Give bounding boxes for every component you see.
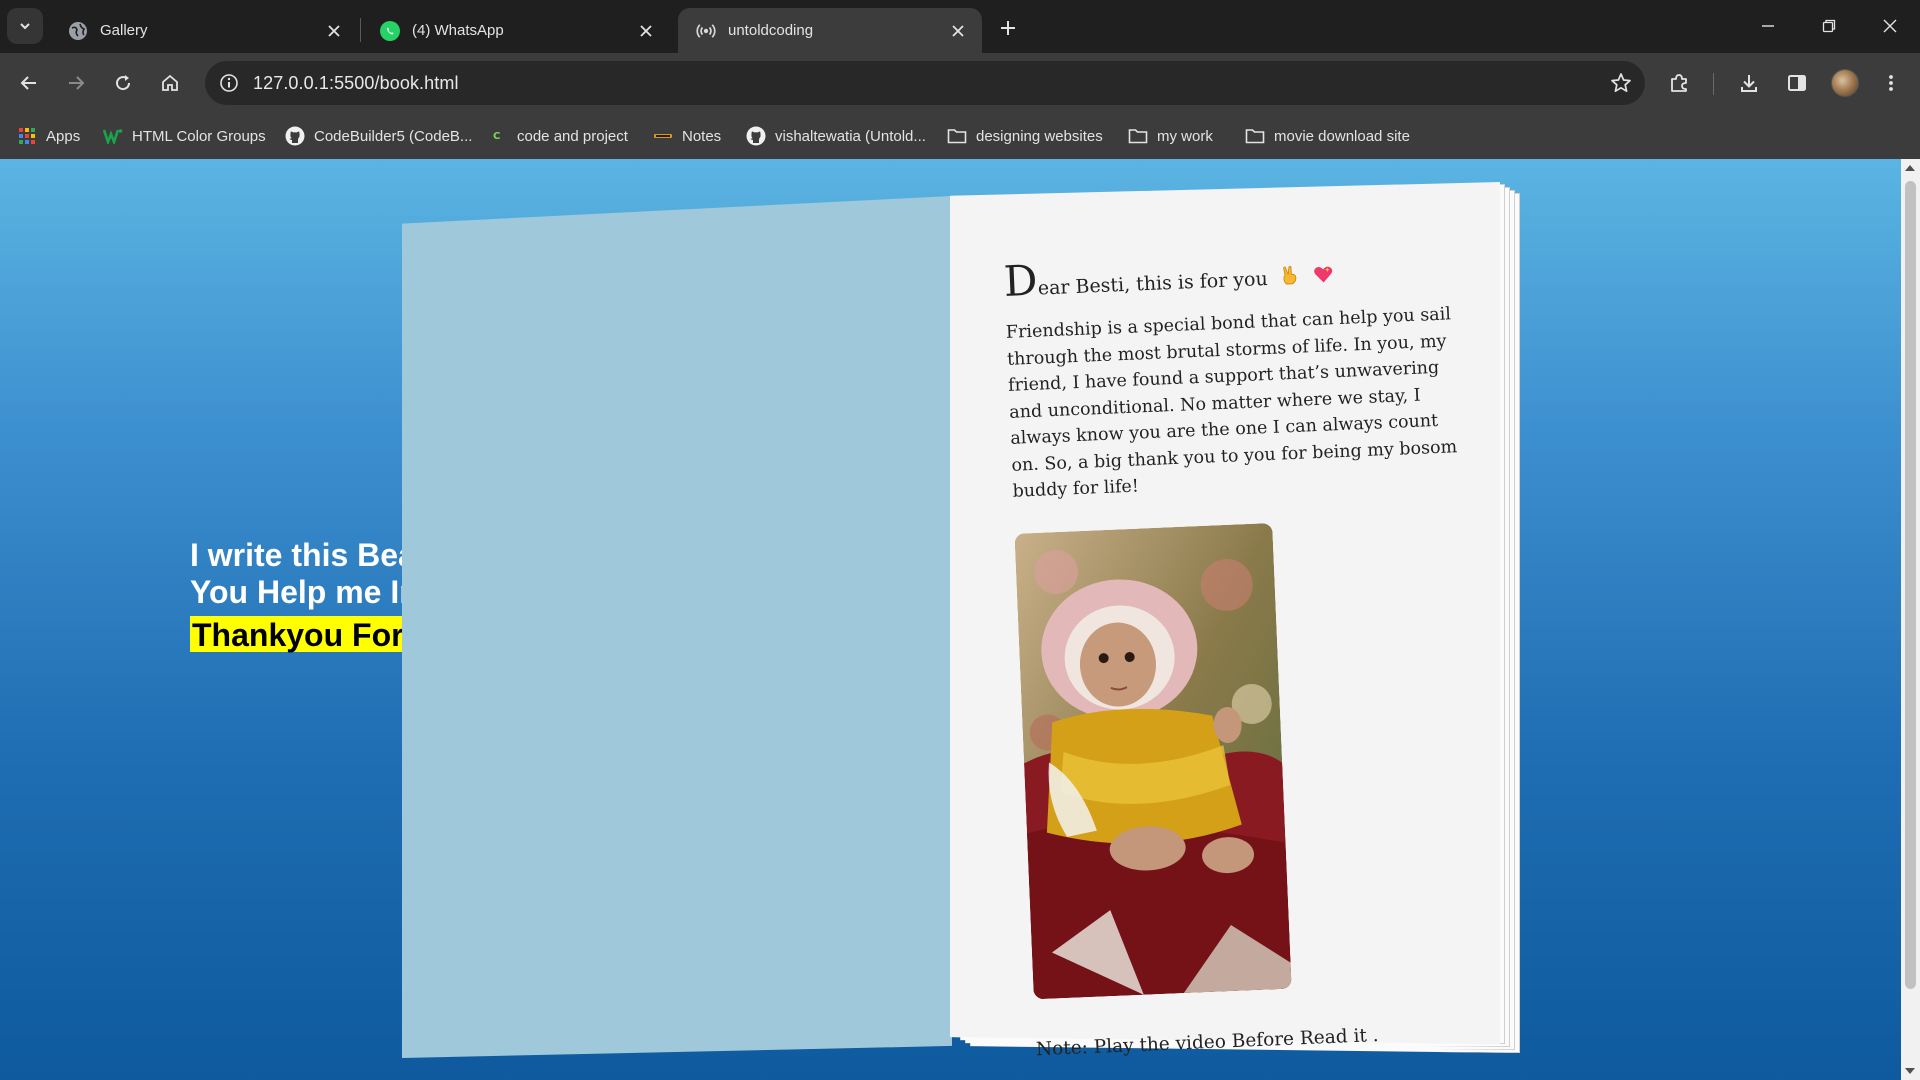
arrow-right-icon: [69, 76, 85, 90]
more-vertical-icon: [1889, 75, 1893, 91]
book-left-page[interactable]: [402, 196, 952, 1058]
close-icon[interactable]: [946, 19, 970, 43]
restore-icon: [1822, 19, 1836, 33]
reload-button[interactable]: [105, 65, 141, 101]
close-icon: [1883, 19, 1897, 33]
github-icon: [285, 126, 305, 146]
side-message: I write this Bea You Help me In Thankyou…: [190, 537, 410, 654]
c-logo-icon: C: [488, 126, 508, 146]
bookmark-vishaltewatia[interactable]: vishaltewatia (Untold...: [746, 123, 926, 149]
victory-hand-icon: [1283, 265, 1297, 285]
bookmark-star-icon[interactable]: [1607, 69, 1635, 97]
folder-icon: [1128, 126, 1148, 146]
bookmark-label: Notes: [682, 127, 722, 145]
side-message-highlight: Thankyou For: [190, 616, 406, 653]
forward-button[interactable]: [58, 65, 94, 101]
url-text[interactable]: 127.0.0.1:5500/book.html: [253, 73, 459, 94]
chevron-down-icon: [20, 23, 30, 30]
bookmark-label: code and project: [517, 127, 628, 145]
download-icon: [1741, 75, 1757, 92]
bookmark-label: movie download site: [1274, 127, 1410, 145]
bookmark-label: my work: [1157, 127, 1213, 145]
sparkling-heart-icon: [1313, 266, 1333, 283]
scroll-up-arrow-icon[interactable]: [1905, 165, 1915, 171]
bookmark-designing-websites[interactable]: designing websites: [947, 123, 1103, 149]
tab-title: (4) WhatsApp: [412, 22, 504, 39]
w-logo-icon: [103, 126, 123, 146]
notes-icon: [653, 126, 673, 146]
bookmark-html-color-groups[interactable]: HTML Color Groups: [103, 123, 266, 149]
scroll-down-arrow-icon[interactable]: [1905, 1068, 1915, 1074]
back-button[interactable]: [11, 65, 47, 101]
minimize-icon: [1762, 25, 1774, 27]
home-icon: [162, 74, 178, 91]
tab-whatsapp[interactable]: (4) WhatsApp: [362, 8, 670, 53]
bookmark-notes[interactable]: Notes: [653, 123, 721, 149]
page-viewport: I write this Bea You Help me In Thankyou…: [0, 159, 1901, 1080]
tab-strip: Gallery (4) WhatsApp untoldcoding: [0, 0, 1920, 53]
site-info-icon[interactable]: [215, 69, 243, 97]
plus-icon: [1001, 21, 1015, 35]
new-tab-button[interactable]: [992, 12, 1024, 44]
folder-icon: [947, 126, 967, 146]
heading-text: ear Besti, this is for you: [1037, 267, 1269, 300]
apps-grid-icon: [17, 126, 37, 146]
tab-title: untoldcoding: [728, 22, 814, 39]
puzzle-icon: [1671, 74, 1687, 92]
tab-title: Gallery: [100, 22, 148, 39]
page-scrollbar[interactable]: [1901, 159, 1920, 1080]
bookmark-label: vishaltewatia (Untold...: [775, 127, 926, 145]
heading-dropcap: D: [1002, 255, 1039, 306]
side-message-line: I write this Bea: [190, 537, 410, 573]
close-window-button[interactable]: [1860, 0, 1920, 52]
bookmarks-bar: Apps HTML Color Groups CodeBuilder5 (Cod…: [0, 113, 1920, 159]
baby-photo: [1014, 522, 1292, 999]
toolbar-divider: [1713, 73, 1714, 95]
restore-button[interactable]: [1799, 0, 1859, 52]
globe-icon: [68, 21, 88, 41]
menu-button[interactable]: [1873, 65, 1909, 101]
arrow-left-icon: [20, 76, 36, 90]
bookmark-label: HTML Color Groups: [132, 127, 266, 145]
home-button[interactable]: [152, 65, 188, 101]
side-panel-button[interactable]: [1779, 65, 1815, 101]
close-icon[interactable]: [634, 19, 658, 43]
tab-gallery[interactable]: Gallery: [50, 8, 358, 53]
bookmark-movie-download-site[interactable]: movie download site: [1245, 123, 1410, 149]
bookmark-apps[interactable]: Apps: [17, 123, 80, 149]
bookmark-label: designing websites: [976, 127, 1103, 145]
letter-paragraph: Friendship is a special bond that can he…: [1005, 304, 1458, 502]
github-icon: [746, 126, 766, 146]
address-bar[interactable]: 127.0.0.1:5500/book.html: [205, 61, 1645, 105]
toolbar: 127.0.0.1:5500/book.html: [0, 53, 1920, 113]
scrollbar-thumb[interactable]: [1905, 181, 1916, 989]
tab-untoldcoding[interactable]: untoldcoding: [678, 8, 982, 53]
bookmark-label: Apps: [46, 127, 81, 145]
folder-icon: [1245, 126, 1265, 146]
side-message-line: You Help me In: [190, 574, 410, 610]
extensions-button[interactable]: [1661, 65, 1697, 101]
whatsapp-icon: [380, 20, 400, 41]
downloads-button[interactable]: [1731, 65, 1767, 101]
bookmark-label: CodeBuilder5 (CodeB...: [314, 127, 473, 145]
tab-search-button[interactable]: [7, 8, 43, 44]
svg-text:C: C: [493, 131, 500, 142]
bookmark-code-and-project[interactable]: C code and project: [488, 123, 628, 149]
book-page-content: Dear Besti, this is for you Friendship i…: [1003, 243, 1496, 1060]
bookmark-my-work[interactable]: my work: [1128, 123, 1213, 149]
close-icon[interactable]: [322, 19, 346, 43]
broadcast-icon: [696, 21, 716, 41]
minimize-button[interactable]: [1738, 0, 1798, 52]
tab-separator: [360, 18, 361, 42]
reload-icon: [116, 75, 131, 91]
side-panel-icon: [1788, 75, 1806, 91]
bookmark-codebuilder5[interactable]: CodeBuilder5 (CodeB...: [285, 123, 472, 149]
profile-avatar[interactable]: [1831, 69, 1859, 97]
